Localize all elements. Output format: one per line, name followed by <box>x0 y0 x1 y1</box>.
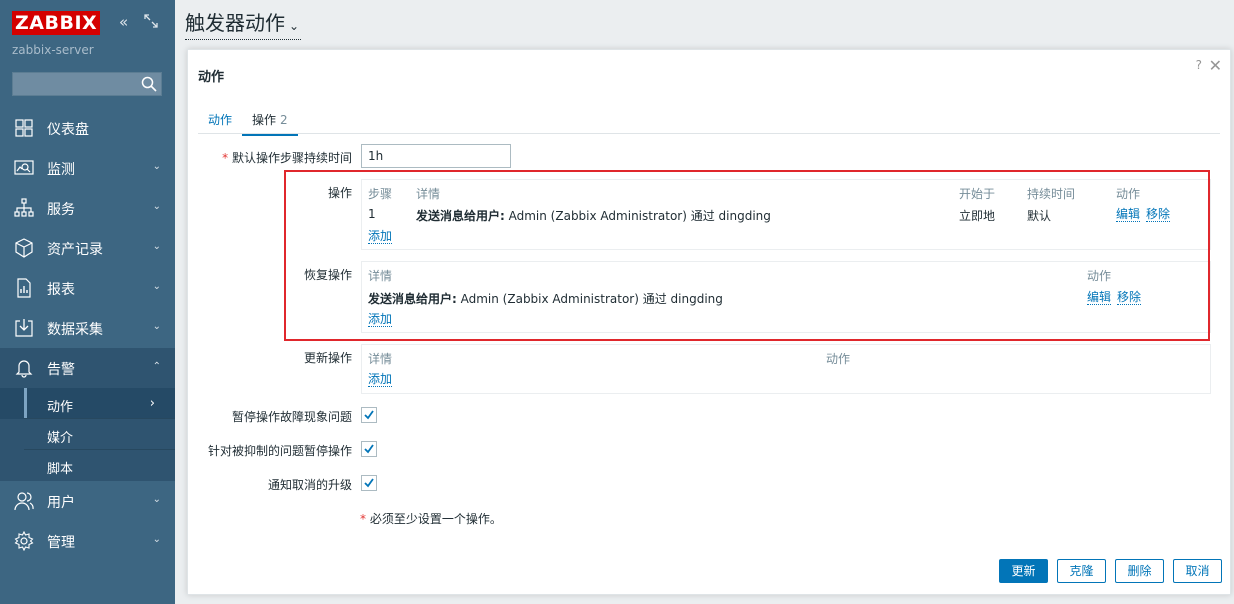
delete-button[interactable]: 删除 <box>1115 559 1164 583</box>
chevron-down-icon: ⌄ <box>152 201 161 212</box>
chevron-down-icon: ⌄ <box>152 321 161 332</box>
pause-suppressed-checkbox[interactable] <box>361 441 377 457</box>
tab-count-badge: 2 <box>280 113 288 127</box>
chevron-down-icon: ⌄ <box>152 534 161 545</box>
menu-item-dashboard[interactable]: 仪表盘 <box>0 108 175 148</box>
dashboard-icon <box>15 119 33 137</box>
column-header-action: 动作 <box>826 352 851 366</box>
close-icon[interactable]: ✕ <box>1209 56 1222 75</box>
chevron-down-icon: ⌄ <box>289 19 300 33</box>
menu-label: 管理 <box>47 535 75 551</box>
collapse-sidebar-icon[interactable]: « <box>119 14 128 30</box>
checkmark-icon <box>364 444 374 454</box>
tab-action[interactable]: 动作 <box>198 111 242 134</box>
kiosk-mode-icon[interactable] <box>144 14 158 31</box>
pause-symptoms-checkbox[interactable] <box>361 407 377 423</box>
server-name: zabbix-server <box>12 43 94 57</box>
menu-item-data-collection[interactable]: 数据采集 ⌄ <box>0 308 175 348</box>
page-title[interactable]: 触发器动作 ⌄ <box>185 10 302 40</box>
update-operations-label: 更新操作 <box>303 351 352 365</box>
pause-suppressed-label: 针对被抑制的问题暂停操作 <box>207 444 352 458</box>
menu-label: 资产记录 <box>47 242 103 258</box>
notify-cancelled-checkbox[interactable] <box>361 475 377 491</box>
chevron-down-icon: ⌄ <box>152 241 161 252</box>
default-duration-label: * 默认操作步骤持续时间 <box>12 149 352 166</box>
checkmark-icon <box>364 478 374 488</box>
update-operations-table: 详情 动作 添加 <box>361 344 1211 394</box>
default-duration-text: 默认操作步骤持续时间 <box>231 151 352 165</box>
tab-label: 操作 <box>252 113 277 127</box>
add-update-operation-link[interactable]: 添加 <box>368 372 393 387</box>
users-icon <box>14 492 34 511</box>
submenu-label: 脚本 <box>47 462 74 477</box>
tab-label: 动作 <box>208 113 233 127</box>
default-duration-input[interactable] <box>361 144 511 168</box>
services-icon <box>14 198 34 217</box>
modal-title: 动作 <box>198 70 225 85</box>
menu-item-administration[interactable]: 管理 ⌄ <box>0 521 175 561</box>
zabbix-logo[interactable]: ZABBIX <box>12 11 101 35</box>
chevron-down-icon: ⌄ <box>152 494 161 505</box>
main-menu: 仪表盘 监测 ⌄ 服务 ⌄ 资产记录 ⌄ 报表 ⌄ 数据采集 ⌄ 告警 ⌃ 动作… <box>0 108 175 561</box>
action-modal: 动作 ? ✕ 动作 操作2 * 默认操作步骤持续时间 操作 步骤 详情 开始于 … <box>187 49 1231 595</box>
tab-operations[interactable]: 操作 2 <box>242 111 298 136</box>
footnote: * 必须至少设置一个操作。 <box>360 510 502 527</box>
help-icon[interactable]: ? <box>1196 58 1202 72</box>
menu-label: 用户 <box>47 495 75 511</box>
inventory-icon <box>15 238 33 258</box>
update-button[interactable]: 更新 <box>999 559 1048 583</box>
alerts-submenu: 动作 › 媒介 脚本 <box>0 388 175 481</box>
clone-button[interactable]: 克隆 <box>1057 559 1106 583</box>
required-mark: * <box>222 151 229 165</box>
menu-label: 仪表盘 <box>47 122 89 138</box>
checkmark-icon <box>364 410 374 420</box>
administration-icon <box>14 531 34 551</box>
modal-tabs: 动作 操作 2 <box>198 107 1220 136</box>
column-header-details: 详情 <box>368 352 393 366</box>
pause-symptoms-label: 暂停操作故障现象问题 <box>231 410 352 424</box>
cancel-button[interactable]: 取消 <box>1173 559 1222 583</box>
page-title-text: 触发器动作 <box>185 11 285 35</box>
menu-label: 服务 <box>47 202 75 218</box>
search-icon[interactable] <box>141 76 157 92</box>
data-collection-icon <box>15 319 33 337</box>
footnote-text: 必须至少设置一个操作。 <box>366 512 502 526</box>
menu-item-inventory[interactable]: 资产记录 ⌄ <box>0 228 175 268</box>
highlight-frame <box>284 170 1210 341</box>
menu-label: 数据采集 <box>47 322 103 338</box>
sidebar-search-input[interactable] <box>12 72 162 96</box>
sidebar: ZABBIX « zabbix-server 仪表盘 监测 ⌄ 服务 ⌄ 资产记… <box>0 0 175 604</box>
notify-cancelled-label: 通知取消的升级 <box>267 478 352 492</box>
